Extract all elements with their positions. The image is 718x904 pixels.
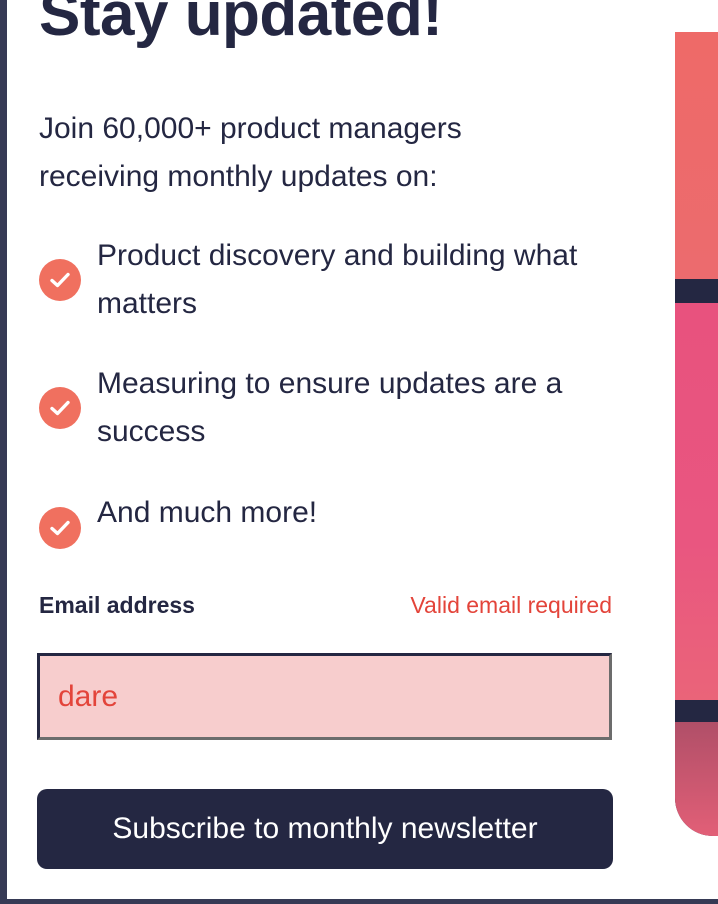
feature-text: Product discovery and building what matt… [97, 239, 578, 320]
email-label: Email address [39, 592, 195, 618]
feature-text: And much more! [97, 496, 318, 529]
list-item: Measuring to ensure updates are a succes… [39, 360, 619, 456]
check-circle-icon [39, 387, 81, 429]
list-item: Product discovery and building what matt… [39, 232, 619, 328]
feature-list: Product discovery and building what matt… [39, 232, 619, 549]
illustration-band [675, 303, 718, 700]
list-item: And much more! [39, 489, 619, 549]
feature-text: Measuring to ensure updates are a succes… [97, 367, 563, 448]
decorative-illustration [675, 32, 718, 836]
check-circle-icon [39, 259, 81, 301]
email-field[interactable] [37, 653, 612, 740]
subscribe-button[interactable]: Subscribe to monthly newsletter [37, 789, 613, 869]
illustration-band [675, 32, 718, 279]
intro-text: Join 60,000+ product managers receiving … [39, 112, 462, 193]
frame-border [0, 899, 718, 904]
email-error-message: Valid email required [410, 592, 612, 618]
email-field-header: Email address Valid email required [39, 585, 612, 625]
newsletter-card: Stay updated! Join 60,000+ product manag… [7, 0, 718, 899]
check-circle-icon [39, 507, 81, 549]
illustration-band [675, 722, 718, 836]
page-title: Stay updated! [39, 0, 443, 49]
